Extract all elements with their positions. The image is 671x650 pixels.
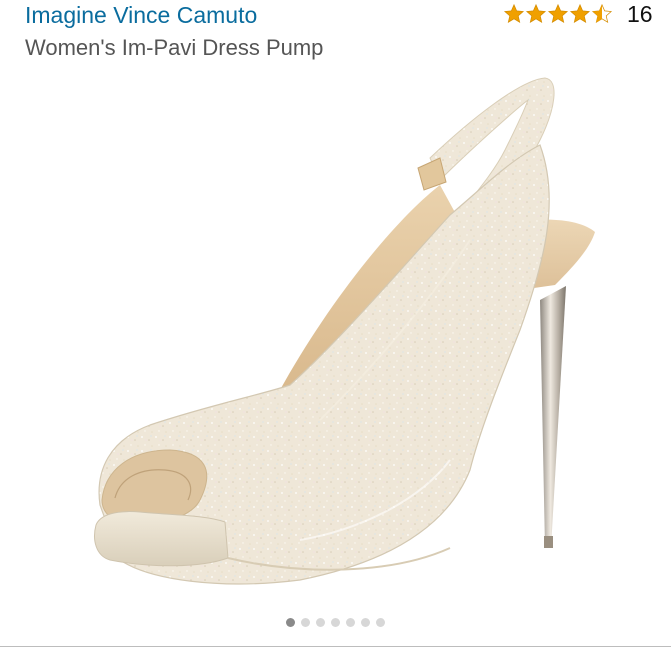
- carousel-dot[interactable]: [331, 617, 340, 627]
- carousel-dot[interactable]: [346, 617, 355, 627]
- carousel-indicator[interactable]: [0, 617, 671, 627]
- carousel-dot-active[interactable]: [286, 617, 295, 627]
- product-image[interactable]: [0, 70, 671, 610]
- star-icon: [503, 3, 525, 24]
- product-header: Imagine Vince Camuto Women's Im-Pavi Dre…: [0, 0, 671, 70]
- carousel-dot[interactable]: [361, 617, 370, 627]
- carousel-dot[interactable]: [301, 617, 310, 627]
- rating[interactable]: 16: [503, 1, 653, 27]
- star-half-icon: [591, 3, 613, 24]
- carousel-dot[interactable]: [316, 617, 325, 627]
- glitter-slingback-heel-image: [94, 77, 595, 585]
- star-icon: [569, 3, 591, 24]
- star-rating[interactable]: [503, 3, 613, 25]
- product-title: Women's Im-Pavi Dress Pump: [25, 35, 324, 60]
- carousel-dot[interactable]: [376, 617, 385, 627]
- star-icon: [547, 3, 569, 24]
- brand-link[interactable]: Imagine Vince Camuto: [25, 1, 257, 29]
- divider: [0, 646, 671, 647]
- review-count[interactable]: 16: [627, 1, 653, 27]
- star-icon: [525, 3, 547, 24]
